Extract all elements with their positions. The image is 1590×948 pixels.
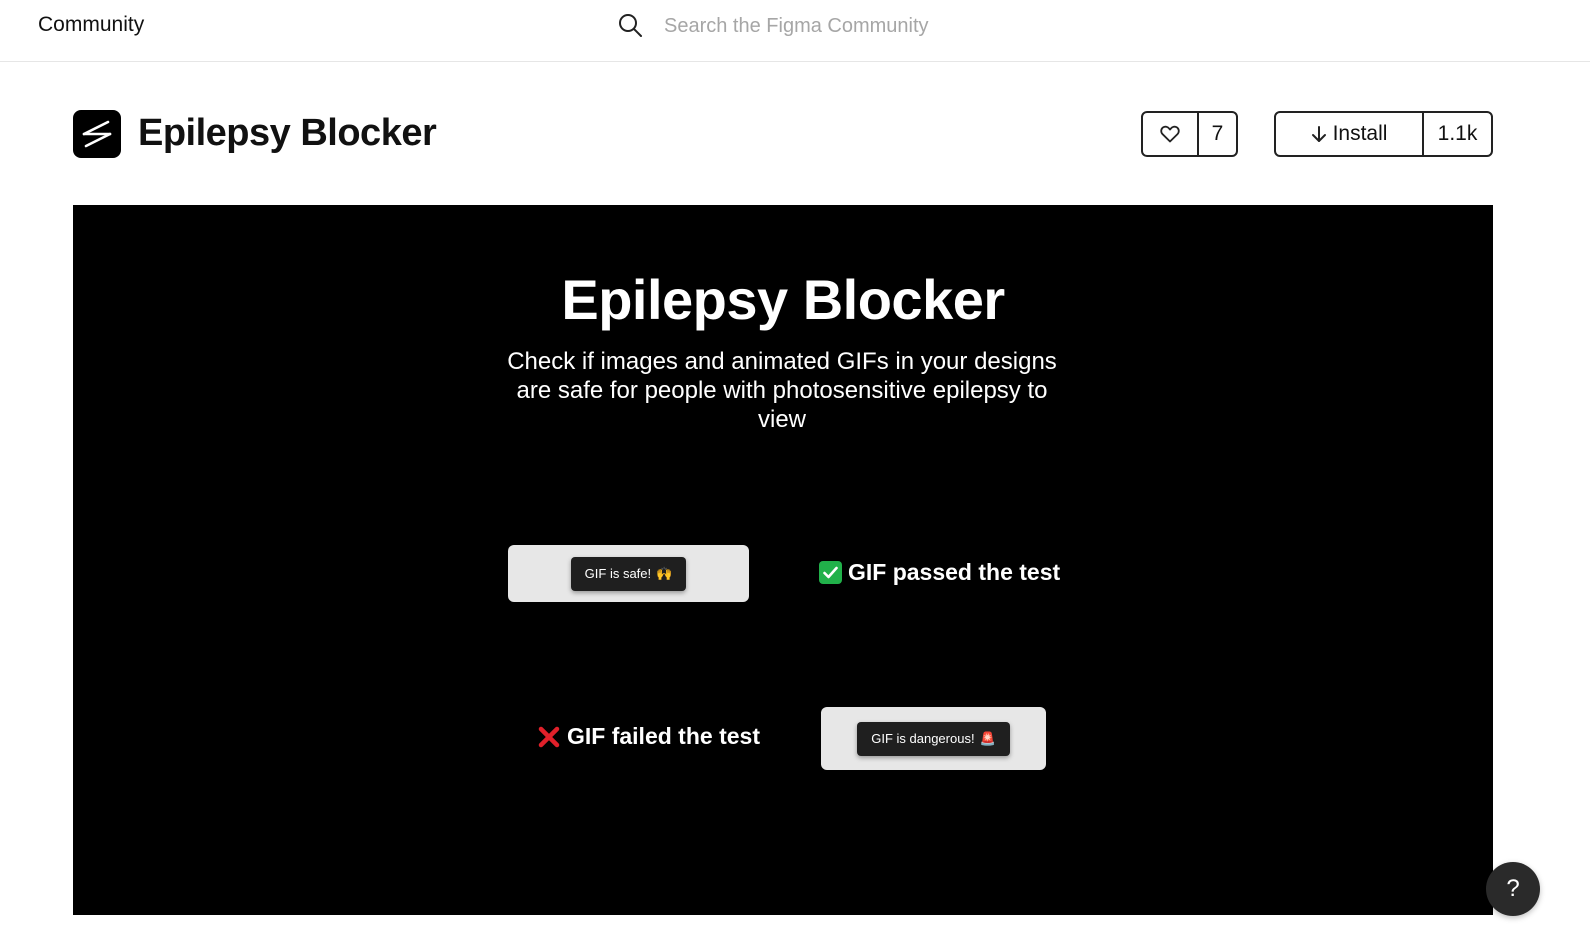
preview-title: Epilepsy Blocker [561,268,1005,331]
preview-subtitle: Check if images and animated GIFs in you… [507,348,1057,433]
install-button[interactable]: Install [1276,113,1424,155]
plugin-preview-image: Epilepsy Blocker Check if images and ani… [73,205,1493,915]
siren-icon: 🚨 [979,730,996,746]
fail-text: GIF failed the test [567,723,760,749]
arrow-down-icon [1311,126,1326,142]
help-button[interactable]: ? [1486,862,1540,916]
lightning-slash-icon [73,110,121,158]
install-count: 1.1k [1437,122,1478,145]
fail-result: GIF failed the test [537,723,760,750]
danger-toast-text: GIF is dangerous! [871,731,975,746]
like-count: 7 [1211,122,1224,145]
search-input[interactable] [664,9,1224,43]
like-button[interactable] [1143,113,1199,155]
plugin-header: Epilepsy Blocker 7 Install 1.1k [73,110,1493,158]
plugin-title: Epilepsy Blocker [138,112,437,154]
pass-text: GIF passed the test [848,559,1061,585]
install-label: Install [1332,122,1388,145]
top-navigation-bar: Community [0,0,1590,62]
check-icon [819,561,842,584]
community-link[interactable]: Community [38,13,144,37]
cross-icon [537,725,561,749]
like-button-group: 7 [1141,111,1238,157]
safe-toast-text: GIF is safe! [584,566,652,581]
danger-toast: GIF is dangerous! 🚨 [857,721,1010,756]
heart-icon [1160,125,1180,143]
safe-demo-card: GIF is safe! 🙌 [508,545,749,602]
pass-result: GIF passed the test [819,559,1060,586]
raised-hands-icon: 🙌 [656,565,673,581]
danger-demo-card: GIF is dangerous! 🚨 [821,707,1046,770]
safe-toast: GIF is safe! 🙌 [570,556,687,591]
search-icon [619,14,642,37]
install-button-group: Install 1.1k [1274,111,1493,157]
